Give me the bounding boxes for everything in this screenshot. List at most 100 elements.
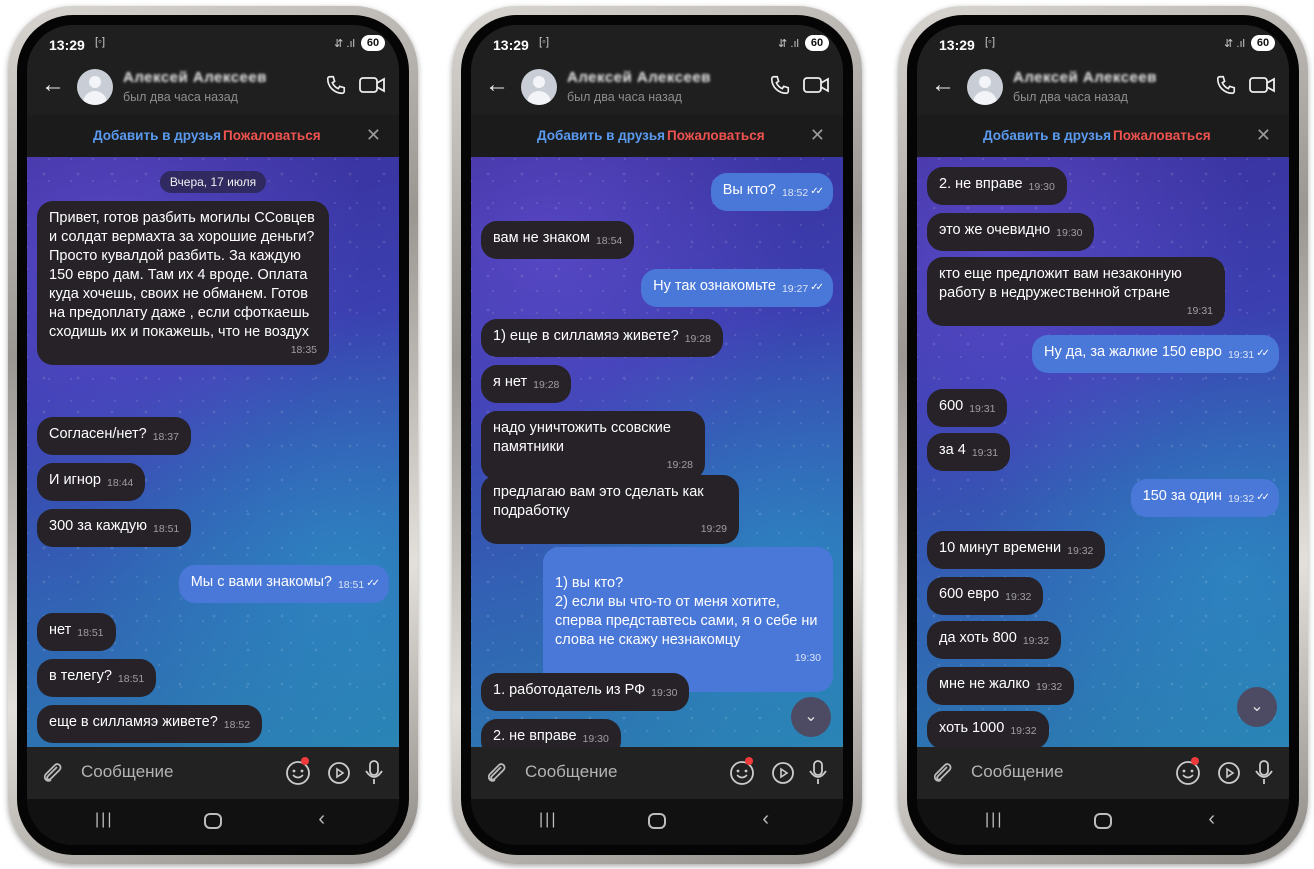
message-incoming[interactable]: 1) еще в силламяэ живете? 19:28 (481, 319, 723, 357)
message-incoming[interactable]: И игнор 18:44 (37, 463, 146, 501)
message-incoming[interactable]: кто еще предложит вам незаконную работу … (927, 257, 1225, 326)
home-icon[interactable] (648, 813, 666, 829)
chevron-down-icon[interactable]: ⌄ (791, 697, 831, 737)
recent-apps-icon[interactable]: ||| (985, 811, 1003, 829)
chat-area[interactable]: 2. не вправе 19:30 это же очевидно 19:30 к… (917, 157, 1289, 747)
message-incoming[interactable]: 1. работодатель из РФ 19:30 (481, 673, 690, 711)
back-nav-icon[interactable]: ‹ (1208, 808, 1215, 831)
phone-icon[interactable] (1215, 74, 1237, 96)
add-friend-link[interactable]: Добавить в друзья (93, 128, 221, 143)
message-incoming[interactable]: надо уничтожить ссовские памятники 19:28 (481, 411, 705, 480)
contact-name[interactable]: Алексей Алексеев (1013, 69, 1157, 86)
avatar[interactable] (77, 69, 113, 105)
message-incoming[interactable]: Привет, готов разбить могилы ССовцев и с… (37, 201, 329, 365)
message-composer: Сообщение (27, 747, 399, 799)
message-incoming[interactable]: в телегу? 18:51 (37, 659, 157, 697)
paperclip-icon[interactable] (931, 760, 953, 784)
microphone-icon[interactable] (363, 759, 385, 785)
message-incoming[interactable]: хоть 1000 19:32 (927, 711, 1049, 747)
message-incoming[interactable]: еще в силламяэ живете? 18:52 (37, 705, 263, 743)
home-icon[interactable] (204, 813, 222, 829)
message-text: вам не знаком (493, 230, 590, 246)
message-text: Вы кто? (722, 182, 776, 198)
message-text: мне не жалко (939, 676, 1030, 692)
status-time: 13:29 (939, 37, 975, 53)
play-icon[interactable] (1217, 761, 1241, 785)
phone-icon[interactable] (325, 74, 347, 96)
message-text: я нет (493, 374, 528, 390)
arrow-left-icon[interactable]: ← (41, 71, 65, 99)
message-outgoing[interactable]: 1) вы кто? 2) если вы что-то от меня хот… (543, 547, 833, 692)
message-text: И игнор (49, 472, 101, 488)
contact-name[interactable]: Алексей Алексеев (123, 69, 267, 86)
phone-icon[interactable] (769, 74, 791, 96)
play-icon[interactable] (327, 761, 351, 785)
message-incoming[interactable]: это же очевидно 19:30 (927, 213, 1095, 251)
read-check-icon: ✓✓ (1256, 492, 1270, 503)
system-nav-bar: ||| ‹ (471, 799, 843, 845)
message-incoming[interactable]: предлагаю вам это сделать как подработку… (481, 475, 739, 544)
message-outgoing[interactable]: Ну так ознакомьте 19:27 ✓✓ (641, 269, 833, 307)
close-icon[interactable]: ✕ (810, 125, 825, 146)
microphone-icon[interactable] (1253, 759, 1275, 785)
message-outgoing[interactable]: Вы кто? 18:52 ✓✓ (710, 173, 833, 211)
chat-area[interactable]: Вы кто? 18:52 ✓✓ вам не знаком 18:54 Ну так… (471, 157, 843, 747)
message-input[interactable]: Сообщение (525, 762, 618, 782)
message-outgoing[interactable]: Ну да, за жалкие 150 евро 19:31 ✓✓ (1032, 335, 1279, 373)
message-incoming[interactable]: 300 за каждую 18:51 (37, 509, 192, 547)
add-friend-link[interactable]: Добавить в друзья (537, 128, 665, 143)
phone-2: 13:29 [◦] ⇵ .ıl 60 ← Алексей Алексеев бы… (452, 6, 862, 864)
chat-area[interactable]: Вчера, 17 июля Привет, готов разбить мог… (27, 157, 399, 747)
message-input[interactable]: Сообщение (81, 762, 174, 782)
message-time: 19:28 (533, 379, 560, 391)
message-input[interactable]: Сообщение (971, 762, 1064, 782)
message-incoming[interactable]: вам не знаком 18:54 (481, 221, 635, 259)
avatar[interactable] (521, 69, 557, 105)
chevron-down-icon[interactable]: ⌄ (1237, 687, 1277, 727)
video-icon[interactable] (359, 75, 385, 95)
message-incoming[interactable]: 2. не вправе 19:30 (481, 719, 621, 747)
battery-badge: 60 (361, 35, 385, 51)
message-incoming[interactable]: 600 19:31 (927, 389, 1008, 427)
add-friend-link[interactable]: Добавить в друзья (983, 128, 1111, 143)
microphone-icon[interactable] (807, 759, 829, 785)
report-link[interactable]: Пожаловаться (1113, 128, 1211, 143)
video-icon[interactable] (803, 75, 829, 95)
play-icon[interactable] (771, 761, 795, 785)
system-nav-bar: ||| ‹ (27, 799, 399, 845)
message-text: 1) вы кто? 2) если вы что-то от меня хот… (555, 575, 818, 648)
chat-header: ← Алексей Алексеев был два часа назад (27, 59, 399, 115)
back-nav-icon[interactable]: ‹ (762, 808, 769, 831)
message-outgoing[interactable]: Мы с вами знакомы? 18:51 ✓✓ (178, 565, 389, 603)
recent-apps-icon[interactable]: ||| (95, 811, 113, 829)
video-icon[interactable] (1249, 75, 1275, 95)
back-nav-icon[interactable]: ‹ (318, 808, 325, 831)
message-incoming[interactable]: нет 18:51 (37, 613, 116, 651)
message-incoming[interactable]: 2. не вправе 19:30 (927, 167, 1067, 205)
paperclip-icon[interactable] (41, 760, 63, 784)
message-incoming[interactable]: я нет 19:28 (481, 365, 572, 403)
home-icon[interactable] (1094, 813, 1112, 829)
contact-name[interactable]: Алексей Алексеев (567, 69, 711, 86)
avatar[interactable] (967, 69, 1003, 105)
close-icon[interactable]: ✕ (1256, 125, 1271, 146)
contact-action-bar: Добавить в друзья Пожаловаться ✕ (471, 115, 843, 157)
message-incoming[interactable]: Согласен/нет? 18:37 (37, 417, 191, 455)
message-incoming[interactable]: 10 минут времени 19:32 (927, 531, 1106, 569)
arrow-left-icon[interactable]: ← (485, 71, 509, 99)
paperclip-icon[interactable] (485, 760, 507, 784)
message-time: 19:31 (1227, 349, 1255, 361)
report-link[interactable]: Пожаловаться (667, 128, 765, 143)
message-incoming[interactable]: за 4 19:31 (927, 433, 1011, 471)
arrow-left-icon[interactable]: ← (931, 71, 955, 99)
close-icon[interactable]: ✕ (366, 125, 381, 146)
message-outgoing[interactable]: 150 за один 19:32 ✓✓ (1130, 479, 1279, 517)
chat-header: ← Алексей Алексеев был два часа назад (471, 59, 843, 115)
message-text: Мы с вами знакомы? (190, 574, 332, 590)
report-link[interactable]: Пожаловаться (223, 128, 321, 143)
message-incoming[interactable]: да хоть 800 19:32 (927, 621, 1062, 659)
phone-screen: 13:29 [◦] ⇵ .ıl 60 ← Алексей Алексеев бы… (471, 25, 843, 845)
message-incoming[interactable]: мне не жалко 19:32 (927, 667, 1075, 705)
recent-apps-icon[interactable]: ||| (539, 811, 557, 829)
message-incoming[interactable]: 600 евро 19:32 (927, 577, 1044, 615)
